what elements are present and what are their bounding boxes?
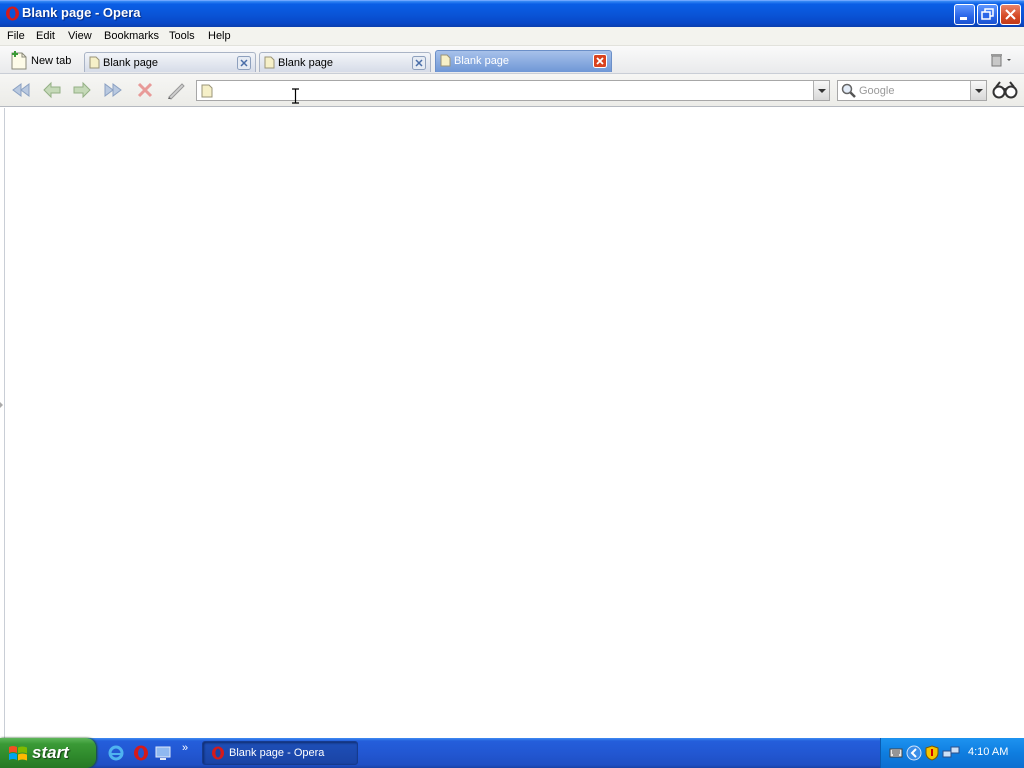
text-cursor-icon (292, 88, 299, 104)
page-icon (440, 54, 451, 67)
menu-view[interactable]: View (68, 30, 92, 42)
quick-launch-more[interactable]: » (182, 742, 188, 754)
windows-logo-icon (9, 746, 27, 761)
menu-bar: File Edit View Bookmarks Tools Help (0, 27, 1024, 46)
restore-button[interactable] (977, 4, 998, 25)
tab-blank-page-3-active[interactable]: Blank page (435, 50, 612, 72)
window-title: Blank page - Opera (22, 5, 141, 20)
start-label: start (32, 743, 69, 762)
internet-explorer-icon[interactable] (108, 745, 124, 761)
binoculars-icon[interactable] (992, 81, 1018, 99)
minimize-icon (960, 17, 967, 20)
close-button[interactable] (1000, 4, 1021, 25)
page-icon (264, 56, 275, 69)
keyboard-icon[interactable] (889, 745, 903, 759)
rewind-icon[interactable] (10, 79, 32, 101)
menu-edit[interactable]: Edit (36, 30, 55, 42)
address-input[interactable] (217, 82, 807, 99)
tab-blank-page-2[interactable]: Blank page (259, 52, 431, 72)
system-tray: 4:10 AM (880, 738, 1024, 768)
edit-icon[interactable] (165, 79, 187, 101)
tab-close-icon[interactable] (412, 56, 426, 70)
menu-help[interactable]: Help (208, 30, 231, 42)
back-icon[interactable] (41, 79, 63, 101)
page-icon (89, 56, 100, 69)
tab-label: Blank page (103, 57, 159, 69)
fast-forward-icon[interactable] (102, 79, 124, 101)
tab-blank-page-1[interactable]: Blank page (84, 52, 256, 72)
start-button[interactable]: start (0, 738, 96, 768)
search-input[interactable] (859, 82, 969, 99)
forward-icon[interactable] (71, 79, 93, 101)
tab-bar: New tab Blank page Blank page Blank page (0, 46, 1024, 74)
hide-inactive-icons-icon[interactable] (906, 745, 922, 761)
new-page-icon (11, 51, 27, 70)
menu-tools[interactable]: Tools (169, 30, 195, 42)
network-icon[interactable] (942, 745, 960, 761)
opera-icon (212, 746, 224, 760)
taskbar-opera-window[interactable]: Blank page - Opera (202, 741, 358, 765)
title-bar[interactable]: Blank page - Opera (0, 0, 1024, 27)
new-tab-label: New tab (31, 55, 72, 67)
panel-toggle-icon[interactable] (0, 400, 3, 410)
tab-close-icon[interactable] (237, 56, 251, 70)
restore-icon (981, 8, 994, 20)
minimize-button[interactable] (954, 4, 975, 25)
search-box[interactable] (837, 80, 987, 101)
close-icon (1005, 9, 1016, 20)
trash-can-icon[interactable] (990, 53, 1014, 67)
security-shield-icon[interactable] (925, 745, 939, 761)
tab-label: Blank page (278, 57, 334, 69)
page-icon (201, 84, 213, 98)
taskbar: start » Blank page - Opera 4:10 AM (0, 738, 1024, 768)
tab-close-icon[interactable] (593, 54, 607, 68)
search-engine-dropdown-button[interactable] (970, 81, 986, 100)
show-desktop-icon[interactable] (155, 745, 171, 761)
opera-logo-icon (6, 6, 19, 21)
search-icon (841, 83, 856, 98)
menu-bookmarks[interactable]: Bookmarks (104, 30, 159, 42)
menu-file[interactable]: File (7, 30, 25, 42)
taskbar-window-label: Blank page - Opera (229, 747, 325, 759)
clock: 4:10 AM (968, 746, 1009, 758)
stop-icon[interactable] (134, 79, 156, 101)
navigation-toolbar (0, 74, 1024, 107)
page-content[interactable] (4, 108, 1024, 738)
address-dropdown-button[interactable] (813, 81, 829, 100)
opera-icon[interactable] (133, 745, 149, 761)
tab-label: Blank page (454, 55, 510, 67)
